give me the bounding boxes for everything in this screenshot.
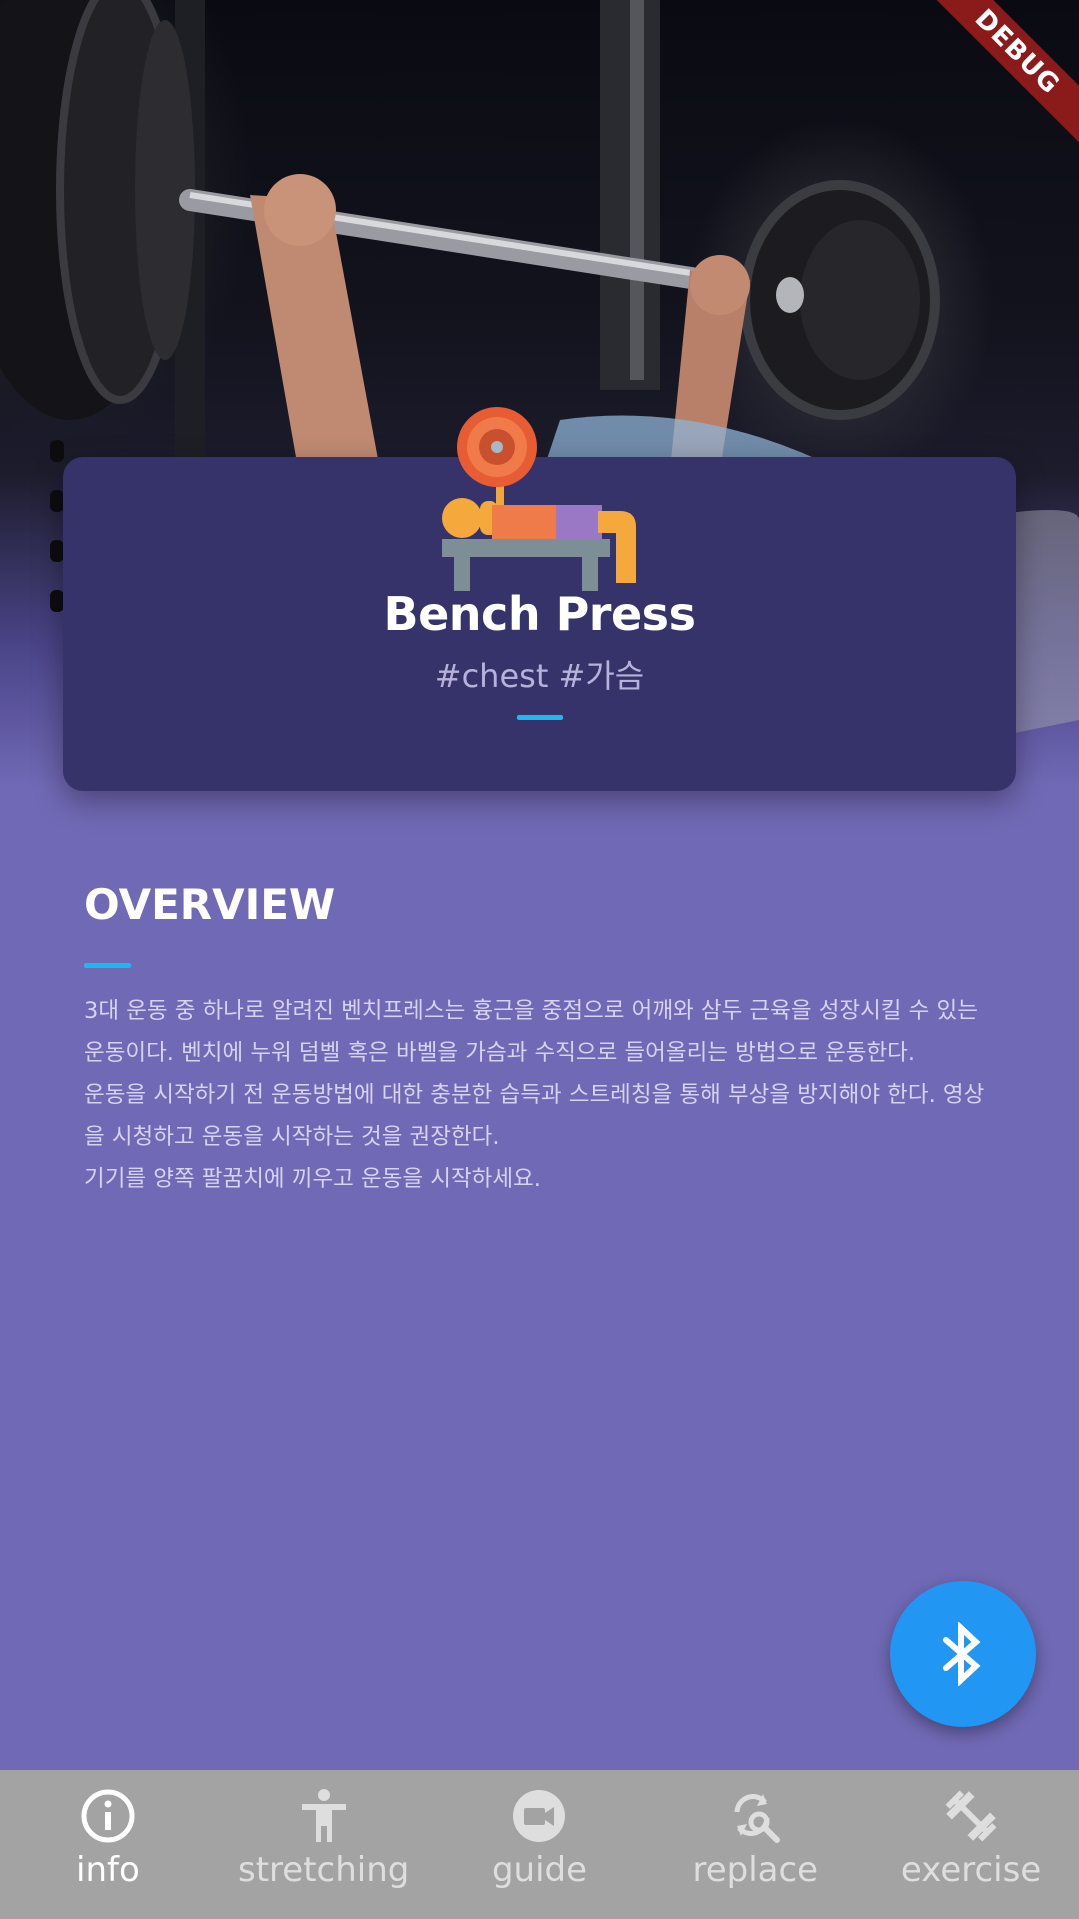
bluetooth-icon <box>943 1622 981 1686</box>
nav-item-replace[interactable]: replace <box>647 1770 863 1919</box>
exercise-tags: #chest #가슴 <box>434 657 645 695</box>
nav-item-guide[interactable]: guide <box>432 1770 648 1919</box>
accessibility-icon <box>296 1788 352 1844</box>
nav-label-guide: guide <box>491 1850 588 1890</box>
nav-label-exercise: exercise <box>900 1850 1042 1890</box>
bottom-navigation-bar: info stretching guide replace exercise <box>0 1770 1079 1919</box>
nav-label-info: info <box>76 1850 140 1890</box>
video-camera-icon <box>511 1788 567 1844</box>
overview-paragraph: 운동을 시작하기 전 운동방법에 대한 충분한 습득과 스트레칭을 통해 부상을… <box>84 1082 985 1150</box>
overview-description: 3대 운동 중 하나로 알려진 벤치프레스는 흉근을 중점으로 어깨와 삼두 근… <box>84 990 1004 1200</box>
info-icon <box>80 1788 136 1844</box>
bench-press-icon <box>440 405 640 599</box>
overview-heading: OVERVIEW <box>84 880 336 929</box>
overview-underline <box>84 963 131 968</box>
title-underline <box>517 715 563 720</box>
nav-label-stretching: stretching <box>238 1850 410 1890</box>
nav-label-replace: replace <box>692 1850 819 1890</box>
replace-search-icon <box>727 1788 783 1844</box>
overview-paragraph: 3대 운동 중 하나로 알려진 벤치프레스는 흉근을 중점으로 어깨와 삼두 근… <box>84 998 978 1066</box>
bluetooth-fab-button[interactable] <box>890 1581 1036 1727</box>
nav-item-stretching[interactable]: stretching <box>216 1770 432 1919</box>
overview-paragraph: 기기를 양쪽 팔꿈치에 끼우고 운동을 시작하세요. <box>84 1166 541 1192</box>
dumbbell-icon <box>943 1788 999 1844</box>
nav-item-info[interactable]: info <box>0 1770 216 1919</box>
nav-item-exercise[interactable]: exercise <box>863 1770 1079 1919</box>
